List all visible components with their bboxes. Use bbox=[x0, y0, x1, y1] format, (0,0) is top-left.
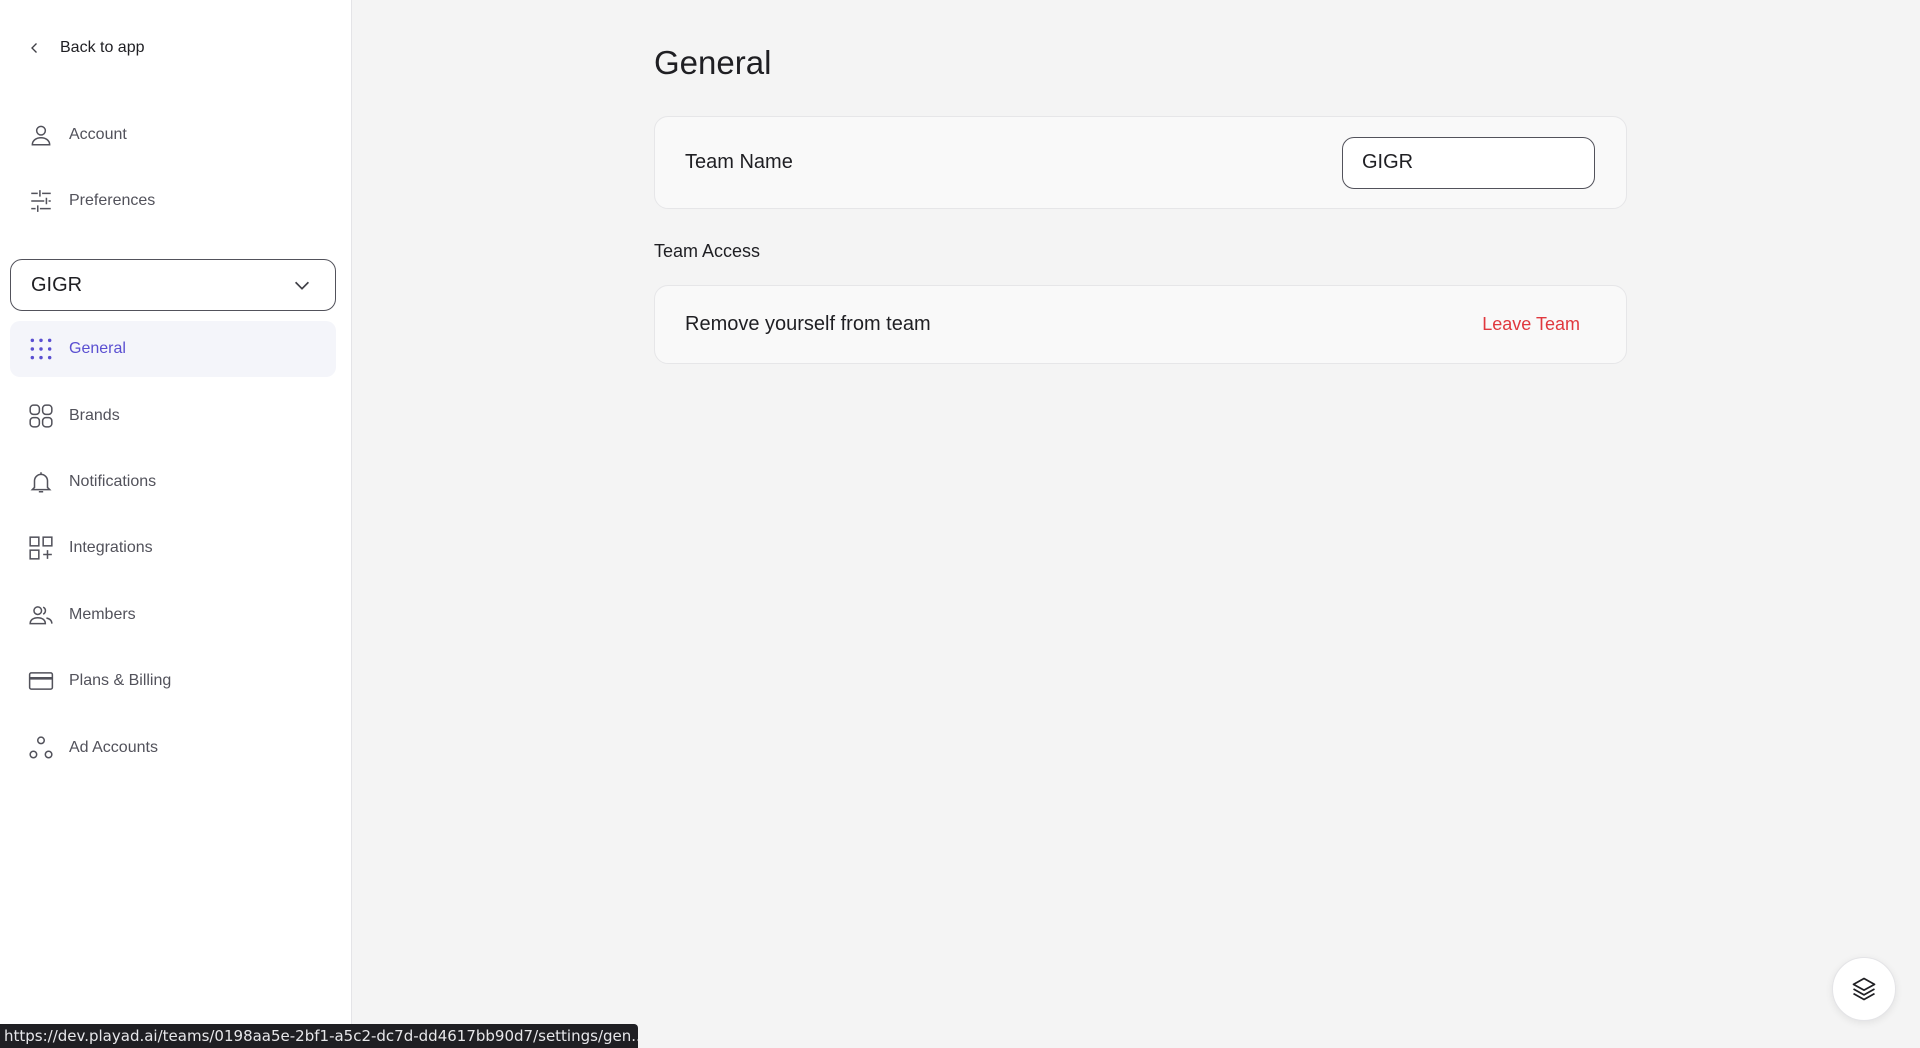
sidebar-item-label: General bbox=[69, 340, 126, 357]
bell-icon bbox=[28, 469, 54, 495]
sidebar-item-label: Notifications bbox=[69, 473, 157, 490]
sidebar-item-label: Ad Accounts bbox=[69, 739, 158, 756]
sidebar-item-label: Integrations bbox=[69, 539, 153, 556]
team-name-input[interactable] bbox=[1342, 136, 1595, 189]
sidebar-item-plans-billing[interactable]: Plans & Billing bbox=[10, 653, 336, 709]
leave-team-button[interactable]: Leave Team bbox=[1482, 314, 1580, 335]
sidebar-item-label: Members bbox=[69, 606, 136, 623]
main-content: General Team Name Team Access Remove you… bbox=[353, 0, 1920, 1048]
credit-card-icon bbox=[28, 668, 54, 694]
back-to-app-link[interactable]: Back to app bbox=[26, 34, 145, 62]
sliders-icon bbox=[28, 188, 54, 214]
page-title: General bbox=[654, 44, 772, 81]
team-selector-value: GIGR bbox=[31, 273, 83, 296]
sidebar-item-members[interactable]: Members bbox=[10, 587, 336, 643]
team-access-heading: Team Access bbox=[654, 241, 761, 261]
sidebar-item-label: Brands bbox=[69, 407, 120, 424]
status-bar-url: https://dev.playad.ai/teams/0198aa5e-2bf… bbox=[0, 1024, 638, 1048]
team-name-label: Team Name bbox=[685, 151, 793, 173]
sidebar-item-label: Plans & Billing bbox=[69, 672, 172, 689]
sidebar-item-notifications[interactable]: Notifications bbox=[10, 454, 336, 510]
team-selector[interactable]: GIGR bbox=[10, 259, 336, 311]
back-to-app-label: Back to app bbox=[60, 39, 145, 56]
chevron-left-icon bbox=[31, 43, 37, 53]
remove-yourself-label: Remove yourself from team bbox=[685, 313, 931, 335]
sidebar-item-label: Account bbox=[69, 126, 127, 143]
sidebar-item-brands[interactable]: Brands bbox=[10, 388, 336, 444]
sidebar: Back to app Account Preferences GIGR Gen… bbox=[0, 0, 352, 1048]
users-icon bbox=[28, 602, 54, 628]
grid-dots-icon bbox=[28, 336, 54, 362]
team-name-card: Team Name bbox=[654, 116, 1627, 209]
sidebar-item-integrations[interactable]: Integrations bbox=[10, 520, 336, 576]
sidebar-item-ad-accounts[interactable]: Ad Accounts bbox=[10, 720, 336, 776]
user-icon bbox=[28, 122, 54, 148]
layers-icon bbox=[1852, 977, 1876, 1001]
sidebar-item-label: Preferences bbox=[69, 192, 156, 209]
sidebar-item-preferences[interactable]: Preferences bbox=[10, 173, 336, 229]
circles-icon bbox=[28, 735, 54, 761]
team-access-card: Remove yourself from team Leave Team bbox=[654, 285, 1627, 364]
layers-button[interactable] bbox=[1832, 957, 1896, 1021]
grid-squares-icon bbox=[28, 403, 54, 429]
grid-plus-icon bbox=[28, 535, 54, 561]
sidebar-item-account[interactable]: Account bbox=[10, 107, 336, 163]
sidebar-item-general[interactable]: General bbox=[10, 321, 336, 377]
chevron-down-icon bbox=[294, 281, 310, 290]
